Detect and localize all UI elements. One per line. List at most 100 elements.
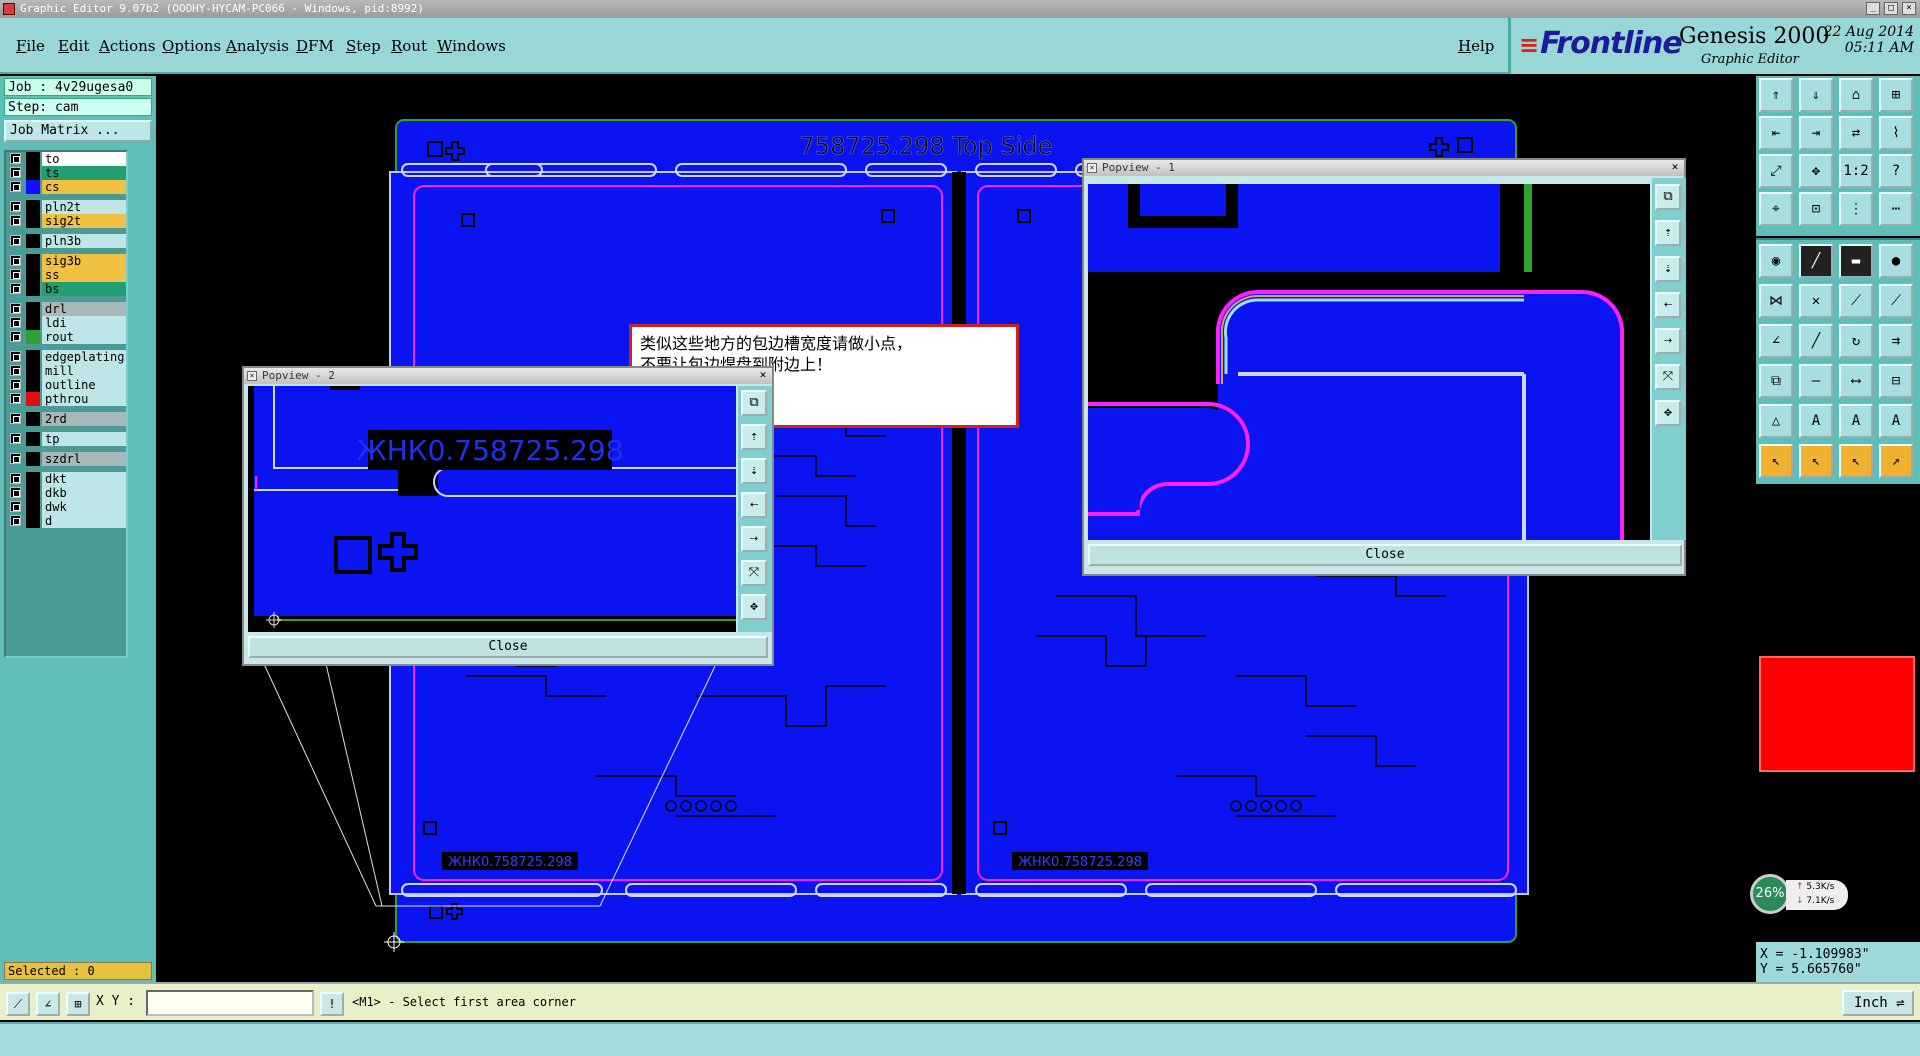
copy-icon[interactable]: ⧉: [1759, 364, 1793, 398]
layer-row[interactable]: cs: [8, 180, 126, 194]
layer-checkbox[interactable]: [10, 331, 21, 342]
layer-name[interactable]: dkt: [42, 472, 126, 486]
layer-row[interactable]: szdrl: [8, 452, 126, 466]
text-a3-icon[interactable]: A: [1879, 404, 1913, 438]
pad-icon[interactable]: ◉: [1759, 244, 1793, 278]
scale-icon[interactable]: 1:2: [1839, 154, 1873, 188]
layer-checkbox[interactable]: [10, 433, 21, 444]
layer-row[interactable]: rout: [8, 330, 126, 344]
close-icon[interactable]: ✕: [756, 369, 770, 382]
layer-checkbox[interactable]: [10, 269, 21, 280]
text-a2-icon[interactable]: A: [1839, 404, 1873, 438]
layer-name[interactable]: pln2t: [42, 200, 126, 214]
layer-checkbox[interactable]: [10, 393, 21, 404]
layer-name[interactable]: dkb: [42, 486, 126, 500]
help-icon[interactable]: ?: [1879, 154, 1913, 188]
layer-row[interactable]: ldi: [8, 316, 126, 330]
layer-row[interactable]: edgeplating: [8, 350, 126, 364]
layout-icon[interactable]: ⊞: [1879, 78, 1913, 112]
zoom-in-icon[interactable]: ⤧: [1655, 364, 1681, 390]
pan-right-icon[interactable]: ⇢: [741, 526, 767, 552]
layer-name[interactable]: tp: [42, 432, 126, 446]
layer-name[interactable]: szdrl: [42, 452, 126, 466]
zoom-fit-icon[interactable]: ⤢: [1759, 154, 1793, 188]
pan-right-icon[interactable]: ⇢: [1655, 328, 1681, 354]
xy-input[interactable]: [146, 990, 314, 1016]
layer-checkbox[interactable]: [10, 181, 21, 192]
layer-row[interactable]: bs: [8, 282, 126, 296]
layer-row[interactable]: dkb: [8, 486, 126, 500]
layer-checkbox[interactable]: [10, 453, 21, 464]
zoom-center-icon[interactable]: ✥: [1799, 154, 1833, 188]
layer-row[interactable]: 2rd: [8, 412, 126, 426]
layer-row[interactable]: tp: [8, 432, 126, 446]
select-remove-icon[interactable]: ↖: [1839, 444, 1873, 478]
angle-icon[interactable]: ∠: [1759, 324, 1793, 358]
arc-icon[interactable]: ↻: [1839, 324, 1873, 358]
minimize-icon[interactable]: _: [1866, 2, 1880, 15]
layer-row[interactable]: ts: [8, 166, 126, 180]
snap-mode-icon[interactable]: ⟋: [6, 992, 30, 1016]
cross-icon[interactable]: ✕: [1799, 284, 1833, 318]
layer-preview[interactable]: [1759, 656, 1915, 772]
units-select[interactable]: Inch ⇌: [1842, 990, 1914, 1016]
pan-down-icon[interactable]: ⇣: [1655, 256, 1681, 282]
layer-row[interactable]: pln2t: [8, 200, 126, 214]
select-add-icon[interactable]: ↖: [1799, 444, 1833, 478]
popview-1-view[interactable]: [1088, 184, 1650, 540]
menu-edit[interactable]: Edit: [58, 37, 89, 55]
layer-name[interactable]: pln3b: [42, 234, 126, 248]
layer-checkbox[interactable]: [10, 379, 21, 390]
layer-name[interactable]: to: [42, 152, 126, 166]
measure-icon[interactable]: ⌖: [1759, 192, 1793, 226]
menu-step[interactable]: Step: [346, 37, 381, 55]
group-icon[interactable]: ⊟: [1879, 364, 1913, 398]
layer-name[interactable]: sig3b: [42, 254, 126, 268]
node-add-icon[interactable]: ⟋: [1879, 284, 1913, 318]
layer-row[interactable]: to: [8, 152, 126, 166]
connect-icon[interactable]: ⋈: [1759, 284, 1793, 318]
layer-checkbox[interactable]: [10, 413, 21, 424]
maximize-icon[interactable]: □: [1884, 2, 1898, 15]
layer-name[interactable]: edgeplating: [42, 350, 126, 364]
layer-checkbox[interactable]: [10, 365, 21, 376]
menu-actions[interactable]: Actions: [99, 37, 155, 55]
close-icon[interactable]: ×: [1902, 2, 1916, 15]
layer-row[interactable]: pln3b: [8, 234, 126, 248]
text-a-icon[interactable]: A: [1799, 404, 1833, 438]
fill-icon[interactable]: ⇉: [1879, 324, 1913, 358]
home-icon[interactable]: ⌂: [1839, 78, 1873, 112]
menu-options[interactable]: Options: [162, 37, 221, 55]
layer-checkbox[interactable]: [10, 351, 21, 362]
angle-mode-icon[interactable]: ∠: [36, 992, 60, 1016]
layer-checkbox[interactable]: [10, 473, 21, 484]
layer-name[interactable]: cs: [42, 180, 126, 194]
layer-name[interactable]: dwk: [42, 500, 126, 514]
layer-checkbox[interactable]: [10, 255, 21, 266]
job-matrix-button[interactable]: Job Matrix ...: [4, 120, 152, 142]
pan-left-icon[interactable]: ⇠: [741, 492, 767, 518]
layer-name[interactable]: d: [42, 514, 126, 528]
layer-name[interactable]: ts: [42, 166, 126, 180]
layer-name[interactable]: rout: [42, 330, 126, 344]
components-icon[interactable]: ⋯: [1879, 192, 1913, 226]
pan-down-icon[interactable]: ⇣: [741, 458, 767, 484]
circle-icon[interactable]: ●: [1879, 244, 1913, 278]
menu-windows[interactable]: Windows: [437, 37, 506, 55]
layer-checkbox[interactable]: [10, 515, 21, 526]
menu-dfm[interactable]: DFM: [296, 37, 334, 55]
layer-name[interactable]: mill: [42, 364, 126, 378]
layer-checkbox[interactable]: [10, 215, 21, 226]
layer-name[interactable]: 2rd: [42, 412, 126, 426]
zoom-out-icon[interactable]: ✥: [1655, 400, 1681, 426]
grid-mode-icon[interactable]: ⊞: [66, 992, 90, 1016]
layer-checkbox[interactable]: [10, 303, 21, 314]
layer-name[interactable]: bs: [42, 282, 126, 296]
popview-2-close-button[interactable]: Close: [248, 636, 768, 658]
pan-left-icon[interactable]: ⇤: [1759, 116, 1793, 150]
layer-name[interactable]: ldi: [42, 316, 126, 330]
layer-row[interactable]: sig3b: [8, 254, 126, 268]
layer-row[interactable]: drl: [8, 302, 126, 316]
layer-name[interactable]: drl: [42, 302, 126, 316]
triangle-icon[interactable]: △: [1759, 404, 1793, 438]
